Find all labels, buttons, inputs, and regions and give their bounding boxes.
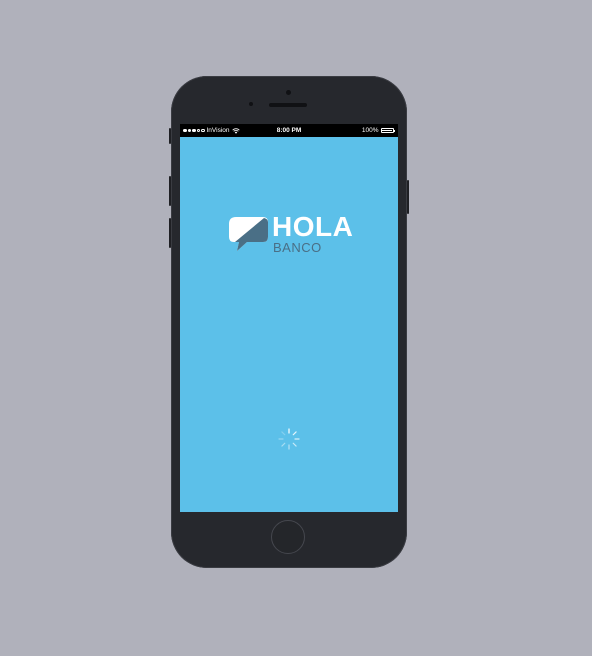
loading-spinner-icon [278, 428, 300, 450]
speech-bubble-icon [229, 217, 268, 251]
hola-banco-logo: HOLA BANCO [227, 211, 357, 264]
home-button[interactable] [271, 520, 305, 554]
power-button [407, 180, 409, 214]
battery-tip [394, 129, 395, 132]
volume-down-button [169, 218, 171, 248]
logo-subtitle: BANCO [273, 240, 322, 255]
mute-switch [169, 128, 171, 144]
battery-icon [380, 128, 394, 133]
phone-frame: InVision 8:00 PM 100% HOLA BANCO [169, 76, 409, 568]
proximity-sensor [249, 102, 253, 106]
app-screen: InVision 8:00 PM 100% HOLA BANCO [180, 124, 398, 512]
front-camera [286, 90, 291, 95]
logo-title: HOLA [272, 211, 354, 242]
volume-up-button [169, 176, 171, 206]
status-bar: InVision 8:00 PM 100% [180, 124, 398, 137]
battery-percent: 100% [361, 127, 379, 134]
earpiece-speaker [269, 103, 307, 107]
status-right: 100% [362, 124, 395, 137]
